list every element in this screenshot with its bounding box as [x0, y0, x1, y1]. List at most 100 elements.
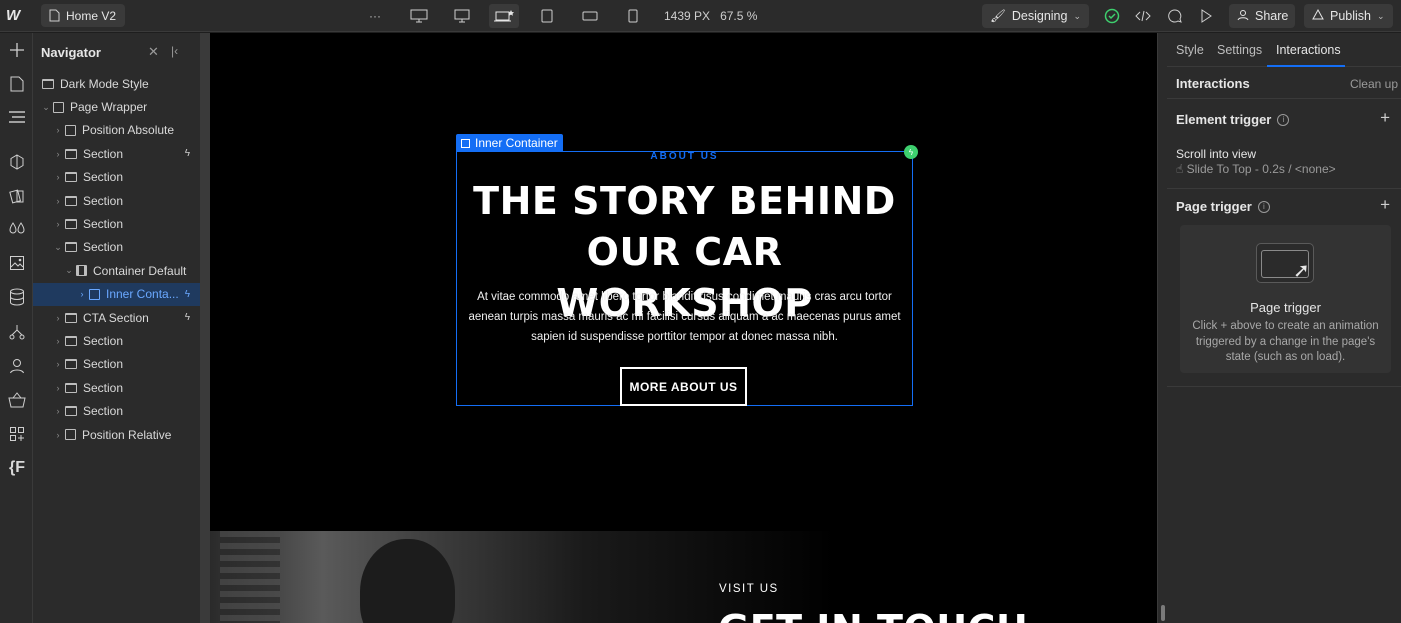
page-trigger-empty-state: ➚ Page trigger Click + above to create a… — [1180, 225, 1391, 373]
chevron-down-icon[interactable]: ⌄ — [41, 102, 51, 113]
style-selectors-icon[interactable] — [6, 185, 28, 207]
share-button[interactable]: Share — [1229, 4, 1295, 28]
mobile-landscape-icon[interactable] — [579, 6, 601, 26]
chevron-right-icon[interactable]: › — [53, 406, 63, 416]
ecommerce-icon[interactable] — [6, 389, 28, 411]
tree-item-page-wrapper[interactable]: ⌄ Page Wrapper — [33, 95, 200, 118]
desktop-large-icon[interactable] — [408, 6, 430, 26]
chevron-right-icon[interactable]: › — [53, 313, 63, 323]
info-icon[interactable]: i — [1257, 200, 1270, 213]
element-trigger-detail[interactable]: ☝ Slide To Top - 0.2s / <none> — [1176, 162, 1336, 176]
add-page-trigger-icon[interactable]: + — [1380, 195, 1390, 215]
photo-person — [360, 539, 455, 623]
users-icon[interactable] — [6, 355, 28, 377]
chevron-right-icon[interactable]: › — [53, 430, 63, 440]
mode-dropdown[interactable]: 🖌 Designing ⌄ — [982, 4, 1089, 28]
more-icon[interactable]: ··· — [364, 6, 386, 26]
interaction-bolt-icon: ϟ — [184, 148, 190, 160]
element-icon — [461, 138, 470, 148]
add-element-trigger-icon[interactable]: + — [1380, 108, 1390, 128]
webflow-logo[interactable]: W — [6, 7, 26, 25]
user-icon — [1237, 9, 1249, 24]
tree-item-section[interactable]: › Section — [33, 329, 200, 352]
tree-item-label: Section — [83, 193, 124, 208]
tablet-icon[interactable] — [536, 6, 558, 26]
share-label: Share — [1255, 9, 1289, 23]
tree-item-section[interactable]: ⌄ Section — [33, 236, 200, 259]
selected-element-tag[interactable]: Inner Container — [456, 134, 563, 152]
collapse-panel-icon[interactable]: |‹ — [171, 44, 178, 58]
chevron-right-icon[interactable]: › — [53, 383, 63, 393]
tab-interactions[interactable]: Interactions — [1276, 43, 1341, 57]
apps-icon[interactable] — [6, 423, 28, 445]
canvas-scrollbar[interactable] — [1157, 33, 1167, 623]
publish-button[interactable]: Publish ⌄ — [1304, 4, 1393, 28]
section-eyebrow[interactable]: ABOUT US — [456, 151, 913, 162]
check-status-icon[interactable] — [1101, 6, 1123, 26]
tab-settings[interactable]: Settings — [1217, 43, 1262, 57]
tree-item-label: Section — [83, 146, 124, 161]
tree-item-section[interactable]: › Section — [33, 166, 200, 189]
divider — [1167, 98, 1401, 99]
clean-up-link[interactable]: Clean up — [1350, 77, 1398, 91]
visit-us-eyebrow[interactable]: VISIT US — [719, 583, 779, 595]
tab-style[interactable]: Style — [1176, 43, 1204, 57]
container-icon — [76, 265, 87, 277]
tree-item-container-default[interactable]: ⌄ Container Default — [33, 259, 200, 282]
chevron-right-icon[interactable]: › — [53, 336, 63, 346]
cms-icon[interactable] — [6, 286, 28, 308]
section-icon — [65, 172, 77, 183]
pages-icon[interactable] — [6, 73, 28, 95]
close-icon[interactable]: ✕ — [148, 44, 159, 60]
comments-icon[interactable] — [1164, 6, 1186, 26]
chevron-right-icon[interactable]: › — [53, 219, 63, 229]
navigator-icon[interactable] — [6, 106, 28, 128]
page-trigger-title: Page trigger i — [1176, 199, 1270, 214]
tree-item-position-absolute[interactable]: › Position Absolute — [33, 119, 200, 142]
tree-item-section[interactable]: › Section — [33, 376, 200, 399]
chevron-right-icon[interactable]: › — [53, 149, 63, 159]
section-icon — [65, 382, 77, 393]
variables-icon[interactable] — [6, 218, 28, 240]
base-breakpoint-icon[interactable] — [489, 4, 519, 28]
tree-item-dark-mode-style[interactable]: Dark Mode Style — [33, 72, 200, 95]
section-icon — [65, 195, 77, 206]
tree-item-cta-section[interactable]: › CTA Section ϟ — [33, 306, 200, 329]
chevron-down-icon[interactable]: ⌄ — [53, 242, 63, 253]
chevron-right-icon[interactable]: › — [77, 289, 87, 299]
more-about-us-button[interactable]: MORE ABOUT US — [620, 367, 747, 406]
tree-item-section[interactable]: › Section — [33, 399, 200, 422]
tree-item-section[interactable]: › Section — [33, 353, 200, 376]
page-selector[interactable]: Home V2 — [41, 4, 125, 27]
info-icon[interactable]: i — [1277, 113, 1290, 126]
logic-icon[interactable] — [6, 321, 28, 343]
tree-item-inner-container[interactable]: › Inner Conta... ϟ — [33, 282, 200, 306]
chevron-right-icon[interactable]: › — [53, 196, 63, 206]
add-icon[interactable] — [6, 39, 28, 61]
assets-icon[interactable] — [6, 252, 28, 274]
preview-icon[interactable] — [1195, 6, 1217, 26]
chevron-right-icon[interactable]: › — [53, 125, 63, 135]
tree-item-label: CTA Section — [83, 310, 149, 325]
chevron-right-icon[interactable]: › — [53, 359, 63, 369]
tree-item-position-relative[interactable]: › Position Relative — [33, 423, 200, 446]
tree-item-section[interactable]: › Section — [33, 212, 200, 235]
components-icon[interactable] — [6, 151, 28, 173]
finsweet-icon[interactable]: {F — [6, 457, 28, 479]
section-body-text[interactable]: At vitae commodo amet libero tortor blan… — [456, 288, 913, 347]
desktop-icon[interactable] — [451, 6, 473, 26]
tree-item-section[interactable]: › Section ϟ — [33, 142, 200, 165]
mobile-portrait-icon[interactable] — [622, 6, 644, 26]
tree-item-section[interactable]: › Section — [33, 189, 200, 212]
navigator-resize-handle[interactable] — [200, 33, 210, 623]
get-in-touch-heading[interactable]: GET IN TOUCH — [718, 607, 1028, 623]
code-icon[interactable] — [1132, 6, 1154, 26]
selected-element-name: Inner Container — [475, 136, 558, 150]
chevron-right-icon[interactable]: › — [53, 172, 63, 182]
design-canvas[interactable]: Inner Container ϟ ABOUT US THE STORY BEH… — [210, 33, 1157, 623]
element-trigger-title: Element trigger i — [1176, 112, 1290, 127]
scrollbar-thumb[interactable] — [1161, 605, 1165, 621]
canvas-size-readout: 1439 PX 67.5 % — [664, 9, 757, 23]
chevron-down-icon[interactable]: ⌄ — [64, 265, 74, 276]
element-trigger-name[interactable]: Scroll into view — [1176, 147, 1256, 161]
